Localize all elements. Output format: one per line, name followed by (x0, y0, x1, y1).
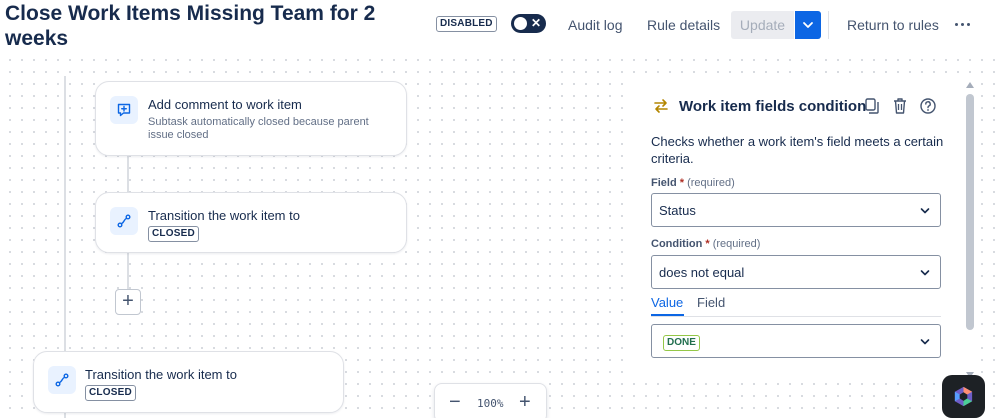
condition-select[interactable]: does not equal (651, 255, 941, 289)
card-title: Add comment to work item (148, 97, 302, 112)
flow-connector-main (64, 76, 66, 352)
field-select[interactable]: Status (651, 193, 941, 227)
panel-scrollbar[interactable] (966, 82, 974, 382)
tab-value[interactable]: Value (651, 295, 683, 310)
rule-header: Close Work Items Missing Team for 2 week… (0, 0, 998, 52)
delete-icon[interactable] (892, 97, 908, 115)
chevron-down-icon (803, 22, 813, 28)
scrollbar-thumb[interactable] (966, 94, 974, 330)
zoom-level: 100% (477, 397, 504, 410)
panel-description: Checks whether a work item's field meets… (651, 134, 944, 166)
chevron-down-icon (920, 208, 930, 214)
value-tabs: Value Field (651, 295, 941, 317)
card-subtitle: Subtask automatically closed because par… (148, 116, 369, 141)
condition-select-value: does not equal (659, 265, 745, 280)
enable-rule-toggle[interactable]: ✕ (511, 14, 546, 33)
flow-card-add-comment[interactable]: Add comment to work item Subtask automat… (95, 81, 407, 156)
rule-details-button[interactable]: Rule details (643, 12, 724, 39)
panel-title: Work item fields condition (679, 98, 867, 115)
tab-field[interactable]: Field (697, 295, 725, 310)
active-tab-indicator (651, 314, 684, 316)
field-select-value: Status (659, 203, 696, 218)
flow-connector-branch-2 (127, 252, 129, 289)
status-lozenge-closed: CLOSED (148, 226, 199, 242)
scroll-up-icon[interactable] (966, 82, 974, 88)
status-badge: DISABLED (436, 16, 497, 32)
status-lozenge-closed: CLOSED (85, 385, 136, 401)
return-to-rules-button[interactable]: Return to rules (843, 12, 943, 39)
zoom-out-button[interactable]: − (449, 392, 461, 412)
condition-label: Condition * (required) (651, 238, 761, 250)
condition-swap-icon (654, 99, 668, 113)
update-options-button[interactable] (795, 11, 821, 39)
header-divider (828, 11, 829, 39)
chevron-down-icon (920, 270, 930, 276)
update-button[interactable]: Update (731, 11, 794, 39)
status-lozenge-done: DONE (663, 335, 700, 351)
assistant-icon (954, 386, 973, 407)
comment-add-icon (110, 96, 138, 124)
transition-icon (110, 207, 138, 235)
card-title: Transition the work item to (85, 367, 237, 382)
more-actions-icon[interactable] (952, 12, 974, 38)
assistant-button[interactable] (942, 375, 985, 418)
zoom-in-button[interactable]: + (519, 392, 531, 412)
chevron-down-icon (920, 339, 930, 345)
card-title: Transition the work item to (148, 208, 300, 223)
condition-panel: Work item fields condition Checks whethe… (630, 77, 976, 382)
toggle-knob (514, 17, 527, 30)
add-component-button[interactable]: + (115, 289, 141, 315)
page-title: Close Work Items Missing Team for 2 week… (5, 2, 376, 50)
transition-icon (48, 366, 76, 394)
flow-card-transition[interactable]: Transition the work item to CLOSED (95, 192, 407, 253)
help-icon[interactable] (919, 97, 937, 115)
flow-card-transition-2[interactable]: Transition the work item to CLOSED (33, 351, 344, 413)
value-select[interactable]: DONE (651, 324, 941, 358)
flow-connector-branch (127, 155, 129, 192)
zoom-control: − 100% + (434, 383, 547, 418)
audit-log-button[interactable]: Audit log (564, 12, 626, 39)
close-icon: ✕ (530, 16, 541, 30)
copy-icon[interactable] (864, 97, 880, 115)
field-label: Field * (required) (651, 177, 735, 189)
